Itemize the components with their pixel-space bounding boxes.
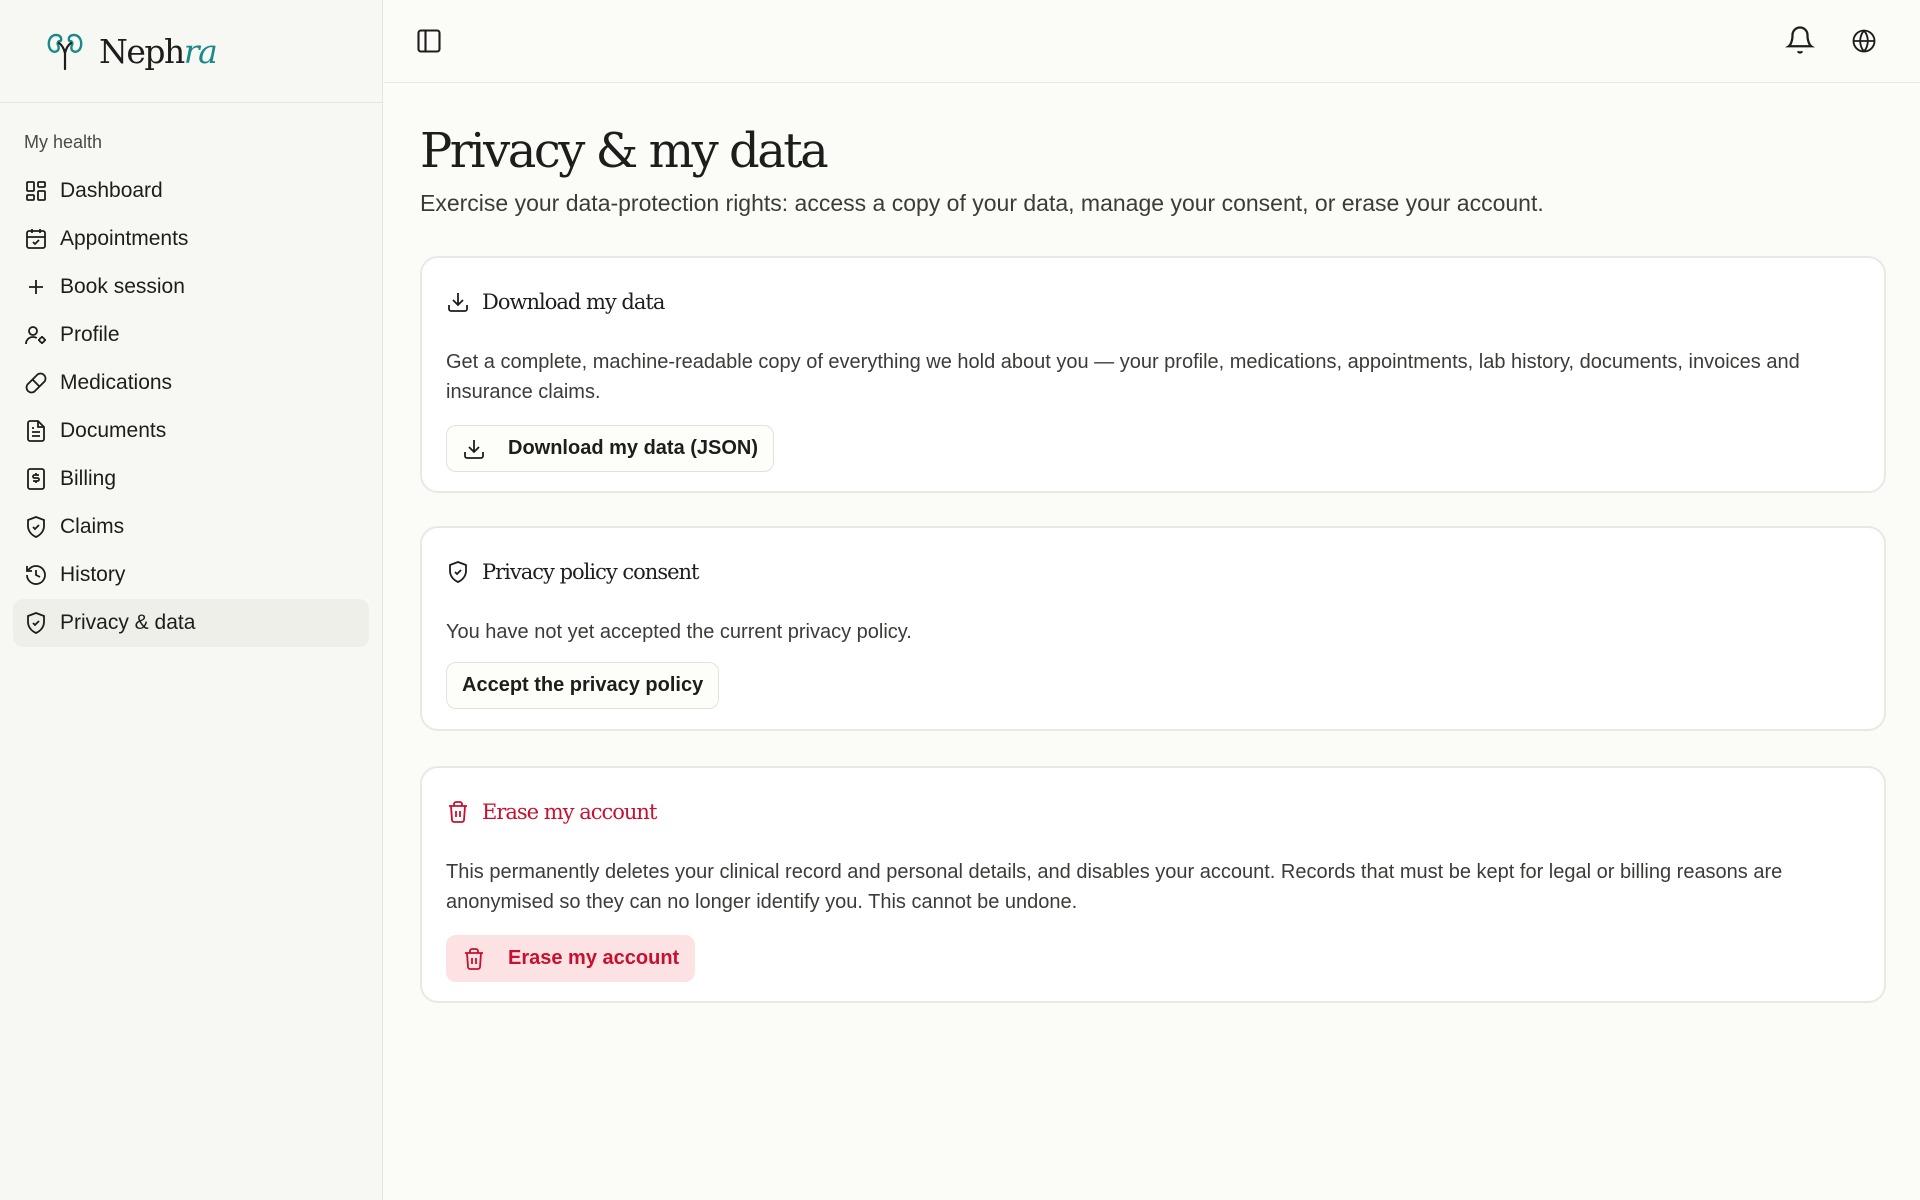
shield-check-icon: [449, 561, 467, 583]
download-icon: [448, 293, 468, 312]
card-title: Erase my account: [482, 800, 657, 824]
sidebar: Nephra My health Dashboard Appointments …: [0, 0, 383, 1200]
sidebar-item-book-session[interactable]: Book session: [13, 263, 369, 311]
shield-check-icon: [27, 612, 45, 634]
button-label: Download my data (JSON): [508, 437, 759, 459]
nav-section-label: My health: [24, 132, 103, 152]
sidebar-item-history[interactable]: History: [13, 551, 369, 599]
brand-name: Nephra: [99, 31, 218, 71]
calendar-icon: [26, 229, 46, 249]
card-description: This permanently deletes your clinical r…: [446, 861, 1783, 913]
sidebar-item-profile[interactable]: Profile: [13, 311, 369, 359]
download-data-button[interactable]: Download my data (JSON): [446, 425, 775, 472]
receipt-icon: [27, 468, 45, 490]
sidebar-item-medications[interactable]: Medications: [13, 359, 369, 407]
sidebar-item-label: Documents: [60, 419, 167, 442]
card-description: Get a complete, machine-readable copy of…: [446, 351, 1800, 403]
card-title: Download my data: [482, 290, 665, 314]
button-label: Accept the privacy policy: [462, 674, 704, 696]
sidebar-item-label: Claims: [60, 515, 125, 538]
sidebar-toggle-icon[interactable]: [415, 27, 443, 55]
sidebar-item-claims[interactable]: Claims: [13, 503, 369, 551]
download-icon: [464, 439, 484, 459]
topbar: [384, 0, 1920, 83]
sidebar-item-label: Profile: [60, 323, 120, 346]
brand[interactable]: Nephra: [0, 0, 382, 103]
sidebar-nav: Dashboard Appointments Book session Prof…: [0, 151, 382, 647]
sidebar-item-label: Privacy & data: [60, 611, 196, 634]
sidebar-item-label: Medications: [60, 371, 173, 394]
erase-account-card: Erase my account This permanently delete…: [420, 766, 1886, 1003]
card-description: You have not yet accepted the current pr…: [446, 621, 912, 643]
dashboard-icon: [26, 181, 46, 201]
document-icon: [27, 420, 45, 442]
sidebar-item-privacy-data[interactable]: Privacy & data: [13, 599, 369, 647]
button-label: Erase my account: [508, 947, 680, 969]
accept-privacy-policy-button[interactable]: Accept the privacy policy: [446, 662, 720, 709]
history-icon: [26, 565, 46, 585]
shield-check-icon: [27, 516, 45, 538]
trash-icon: [449, 801, 467, 823]
bell-icon[interactable]: [1785, 25, 1815, 55]
sidebar-item-dashboard[interactable]: Dashboard: [13, 167, 369, 215]
sidebar-item-documents[interactable]: Documents: [13, 407, 369, 455]
sidebar-item-billing[interactable]: Billing: [13, 455, 369, 503]
trash-icon: [465, 947, 483, 970]
download-data-card: Download my data Get a complete, machine…: [420, 256, 1886, 493]
plus-icon: [29, 280, 43, 294]
card-title: Privacy policy consent: [482, 560, 699, 584]
sidebar-item-label: History: [60, 563, 126, 586]
page-subtitle: Exercise your data-protection rights: ac…: [420, 190, 1544, 216]
privacy-consent-card: Privacy policy consent You have not yet …: [420, 526, 1886, 731]
globe-icon[interactable]: [1850, 27, 1878, 55]
pill-icon: [25, 372, 47, 394]
kidney-logo-icon: [47, 33, 83, 71]
sidebar-item-label: Billing: [60, 467, 117, 490]
user-settings-icon: [25, 326, 46, 345]
main-content: Privacy & my data Exercise your data-pro…: [420, 83, 1886, 1003]
sidebar-item-appointments[interactable]: Appointments: [13, 215, 369, 263]
sidebar-item-label: Appointments: [60, 227, 189, 250]
sidebar-item-label: Dashboard: [60, 179, 163, 202]
sidebar-item-label: Book session: [60, 275, 185, 298]
erase-account-button[interactable]: Erase my account: [446, 935, 696, 982]
page-title: Privacy & my data: [420, 123, 829, 179]
